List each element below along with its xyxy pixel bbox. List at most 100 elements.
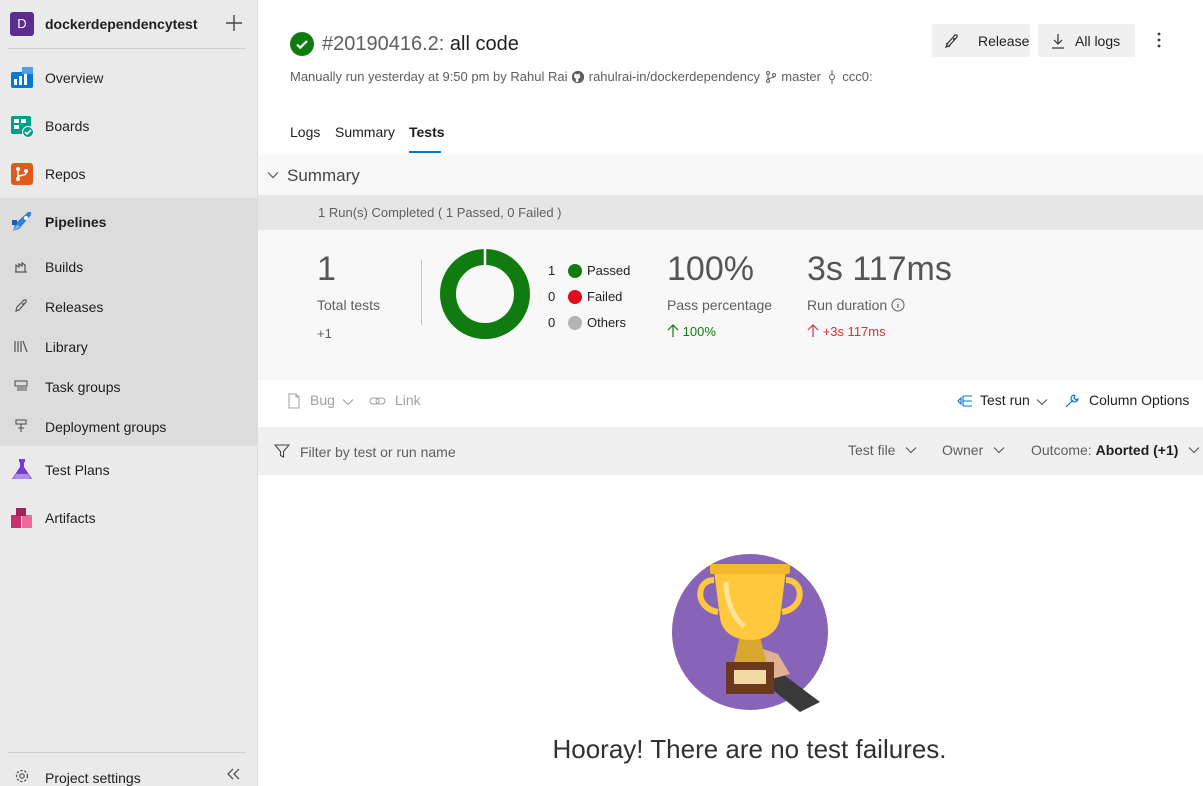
commit-id[interactable]: ccc0: [842, 69, 872, 84]
summary-title: Summary [287, 166, 360, 185]
run-duration-label-wrap: Run duration [807, 297, 905, 313]
sidebar-item-task-groups[interactable]: Task groups [0, 366, 258, 406]
commit-icon [828, 69, 835, 84]
sidebar-item-label: Builds [45, 259, 84, 275]
sidebar-item-test-plans[interactable]: Test Plans [0, 446, 258, 494]
all-logs-button[interactable]: All logs [1038, 24, 1135, 57]
outcome-filter-value: Aborted (+1) [1095, 442, 1179, 458]
link-icon [369, 393, 386, 409]
chevron-down-icon [1036, 399, 1048, 406]
sidebar-item-label: Pipelines [45, 214, 107, 230]
all-logs-button-label: All logs [1075, 33, 1121, 49]
link-button-label: Link [395, 392, 421, 408]
branch-icon [765, 70, 776, 83]
sidebar-item-pipelines[interactable]: Pipelines [0, 198, 258, 246]
test-run-label: Test run [980, 392, 1030, 408]
tab-tests[interactable]: Tests [409, 124, 445, 140]
sidebar-item-boards[interactable]: Boards [0, 102, 258, 150]
link-button[interactable]: Link [369, 391, 429, 411]
pass-percentage-label: Pass percentage [667, 297, 773, 313]
run-number: #20190416.2: [322, 33, 445, 55]
branch-name[interactable]: master [781, 69, 821, 84]
owner-filter-dropdown[interactable]: Owner [942, 442, 1005, 458]
project-avatar: D [10, 12, 34, 36]
sidebar-item-deployment-groups[interactable]: Deployment groups [0, 406, 258, 446]
summary-stats: 1 Total tests +1 1 Passed 0 Failed 0 Oth… [258, 230, 1203, 380]
info-icon[interactable] [891, 298, 905, 312]
sidebar-item-builds[interactable]: Builds [0, 246, 258, 286]
github-icon [571, 70, 585, 83]
repository-link[interactable]: rahulrai-in/dockerdependency [589, 69, 760, 84]
trophy-illustration [672, 554, 828, 712]
legend-count: 0 [548, 289, 556, 304]
sidebar-item-label: Task groups [45, 379, 121, 395]
sidebar-item-library[interactable]: Library [0, 326, 258, 366]
run-trigger-text: Manually run yesterday at 9:50 pm by Rah… [290, 69, 568, 85]
more-options-icon[interactable] [1150, 30, 1168, 50]
chevron-down-icon [905, 447, 917, 454]
project-header: D dockerdependencytest [0, 0, 258, 50]
others-dot-icon [568, 316, 582, 330]
pass-percentage-delta-value: 100% [682, 324, 716, 339]
sidebar-item-artifacts[interactable]: Artifacts [0, 494, 258, 542]
library-icon [14, 339, 28, 353]
overview-icon [10, 66, 34, 90]
chevron-down-icon [266, 168, 280, 182]
run-name: all code [449, 33, 519, 55]
bug-button-label: Bug [310, 392, 335, 408]
sidebar-item-label: Releases [45, 299, 104, 315]
wrench-icon [1064, 393, 1080, 409]
collapse-sidebar-icon[interactable] [224, 766, 242, 782]
download-icon [1050, 33, 1066, 49]
legend-count: 0 [548, 315, 556, 330]
chevron-down-icon [1188, 447, 1200, 454]
run-duration-delta-value: +3s 117ms [822, 324, 886, 339]
runs-completed-text: 1 Run(s) Completed ( 1 Passed, 0 Failed … [318, 205, 562, 220]
sidebar-item-label: Repos [45, 166, 86, 182]
summary-section-header[interactable]: Summary [258, 155, 1203, 195]
tab-summary[interactable]: Summary [335, 124, 395, 140]
pass-percentage-delta: 100% [667, 324, 716, 339]
filter-icon [273, 443, 291, 459]
test-run-grouping-dropdown[interactable]: Test run [957, 391, 1049, 411]
tab-logs[interactable]: Logs [290, 124, 320, 140]
deployment-groups-icon [14, 419, 28, 433]
test-file-filter-dropdown[interactable]: Test file [848, 442, 917, 458]
project-settings-button[interactable]: Project settings [0, 760, 220, 786]
results-toolbar: Bug Link Test run Column Options [258, 380, 1203, 427]
sidebar-item-label: Overview [45, 70, 104, 86]
release-button-label: Release [978, 33, 1030, 49]
sidebar-item-repos[interactable]: Repos [0, 150, 258, 198]
bug-button[interactable]: Bug [286, 391, 362, 411]
runs-completed-bar: 1 Run(s) Completed ( 1 Passed, 0 Failed … [258, 195, 1203, 230]
failed-dot-icon [568, 290, 582, 304]
donut-segment-passed [440, 249, 530, 339]
sidebar-item-releases[interactable]: Releases [0, 286, 258, 326]
divider [8, 48, 246, 49]
plus-icon[interactable] [222, 11, 246, 35]
project-name[interactable]: dockerdependencytest [45, 16, 198, 32]
filter-input[interactable]: Filter by test or run name [300, 444, 456, 460]
outcome-filter-label: Outcome: [1031, 442, 1092, 458]
page-title: #20190416.2: all code [322, 33, 519, 56]
run-duration-delta: +3s 117ms [807, 324, 886, 339]
success-status-icon [290, 32, 314, 56]
outcome-donut-chart [440, 248, 530, 339]
sidebar-item-label: Test Plans [45, 462, 110, 478]
passed-dot-icon [568, 264, 582, 278]
releases-icon [14, 299, 28, 313]
owner-filter-label: Owner [942, 442, 984, 458]
sidebar-item-overview[interactable]: Overview [0, 54, 258, 102]
total-tests-delta: +1 [317, 326, 332, 341]
sidebar-item-label: Artifacts [45, 510, 96, 526]
outcome-filter-dropdown[interactable]: Outcome: Aborted (+1) [1031, 442, 1200, 458]
test-file-filter-label: Test file [848, 442, 896, 458]
run-duration-value: 3s 117ms [807, 250, 952, 288]
total-tests-label: Total tests [317, 297, 381, 313]
filter-bar: Filter by test or run name Test file Own… [258, 427, 1203, 475]
chevron-down-icon [342, 399, 354, 406]
release-button[interactable]: Release [932, 24, 1030, 57]
column-options-button[interactable]: Column Options [1064, 391, 1200, 411]
rocket-icon [944, 33, 960, 49]
legend-label: Passed [587, 263, 631, 278]
